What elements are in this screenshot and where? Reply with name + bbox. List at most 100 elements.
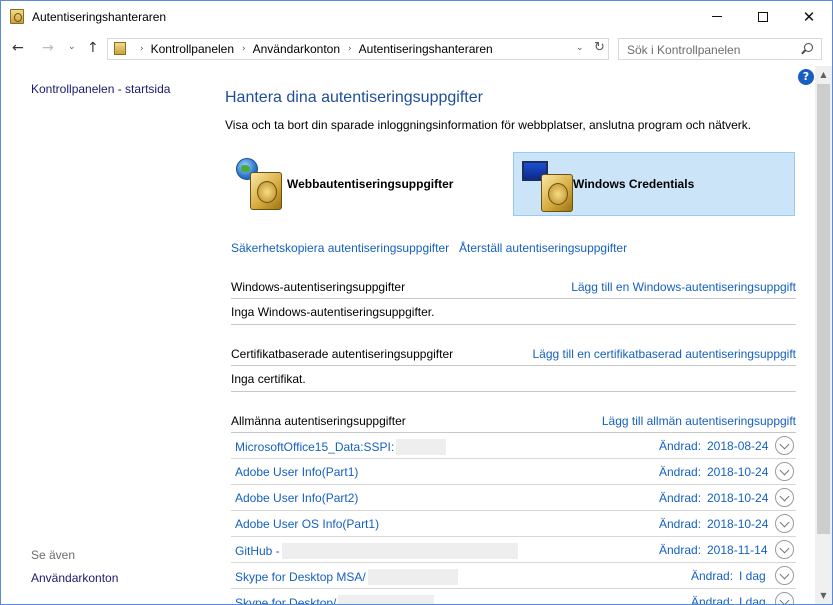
vault-icon: [541, 174, 573, 212]
control-panel-icon: [114, 42, 126, 55]
windows-credentials-tile[interactable]: Windows Credentials: [513, 152, 795, 216]
refresh-icon[interactable]: ↻: [594, 40, 605, 55]
windows-credentials-label: Windows Credentials: [573, 177, 695, 191]
restore-credentials-link[interactable]: Återställ autentiseringsuppgifter: [459, 241, 627, 255]
breadcrumb-chevron-icon[interactable]: ›: [140, 44, 144, 54]
breadcrumb-chevron-icon[interactable]: ›: [242, 44, 246, 54]
modified-date: I dag: [739, 569, 766, 583]
section-title: Allmänna autentiseringsuppgifter: [231, 414, 406, 428]
certificate-credentials-section: Certifikatbaserade autentiseringsuppgift…: [231, 347, 796, 395]
empty-message: Inga Windows-autentiseringsuppgifter.: [231, 305, 435, 319]
web-credentials-label: Webbautentiseringsuppgifter: [287, 177, 454, 191]
expand-chevron-icon[interactable]: [775, 514, 794, 533]
address-bar[interactable]: › Kontrollpanelen › Användarkonton › Aut…: [107, 38, 609, 60]
scroll-up-arrow-icon[interactable]: ▲: [815, 66, 832, 83]
credential-row[interactable]: Adobe User OS Info(Part1) Ändrad: 2018-1…: [231, 511, 796, 537]
credential-row[interactable]: MicrosoftOffice15_Data:SSPI: Ändrad: 201…: [231, 433, 796, 459]
vertical-scrollbar[interactable]: ▲ ▼: [815, 66, 832, 604]
redacted-region: [367, 569, 458, 585]
credential-row[interactable]: Skype for Desktop/ Ändrad: I dag: [231, 589, 796, 605]
breadcrumb: › Kontrollpanelen › Användarkonton › Aut…: [132, 42, 493, 56]
section-title: Windows-autentiseringsuppgifter: [231, 280, 406, 294]
credential-name[interactable]: Adobe User Info(Part1): [235, 465, 358, 479]
expand-chevron-icon[interactable]: [775, 462, 794, 481]
help-icon[interactable]: ?: [798, 69, 814, 85]
modified-date: 2018-11-14: [707, 543, 768, 557]
divider: [231, 324, 796, 325]
divider: [231, 391, 796, 392]
modified-date: 2018-10-24: [707, 465, 769, 479]
search-placeholder: Sök i Kontrollpanelen: [627, 43, 741, 57]
divider: [231, 365, 796, 366]
windows-credentials-section: Windows-autentiseringsuppgifter Lägg til…: [231, 280, 796, 328]
breadcrumb-item-autentiseringshanteraren[interactable]: Autentiseringshanteraren: [359, 42, 493, 56]
expand-chevron-icon[interactable]: [775, 540, 794, 559]
modified-label: Ändrad:: [691, 595, 734, 605]
address-dropdown-icon[interactable]: ⌄: [576, 43, 584, 53]
web-credentials-tile[interactable]: Webbautentiseringsuppgifter: [231, 152, 513, 216]
window-title: Autentiseringshanteraren: [32, 10, 167, 24]
modified-date: I dag: [739, 595, 766, 605]
forward-arrow-icon[interactable]: →: [42, 40, 54, 56]
control-panel-home-link[interactable]: Kontrollpanelen - startsida: [31, 82, 170, 96]
empty-message: Inga certifikat.: [231, 372, 306, 386]
close-button[interactable]: ✕: [786, 1, 832, 32]
generic-credentials-section: Allmänna autentiseringsuppgifter Lägg ti…: [231, 414, 796, 605]
modified-label: Ändrad:: [691, 569, 734, 583]
backup-credentials-link[interactable]: Säkerhetskopiera autentiseringsuppgifter: [231, 241, 449, 255]
expand-chevron-icon[interactable]: [775, 488, 794, 507]
title-bar: Autentiseringshanteraren ✕: [1, 1, 832, 32]
modified-label: Ändrad:: [659, 491, 702, 505]
scroll-down-arrow-icon[interactable]: ▼: [815, 587, 832, 604]
breadcrumb-chevron-icon[interactable]: ›: [348, 44, 352, 54]
modified-label: Ändrad:: [659, 517, 702, 531]
maximize-icon: [758, 11, 768, 22]
modified-label: Ändrad:: [659, 439, 702, 453]
credential-row[interactable]: Adobe User Info(Part2) Ändrad: 2018-10-2…: [231, 485, 796, 511]
add-windows-credential-link[interactable]: Lägg till en Windows-autentiseringsuppgi…: [571, 280, 796, 294]
add-generic-credential-link[interactable]: Lägg till allmän autentiseringsuppgift: [602, 414, 796, 428]
credential-row[interactable]: Adobe User Info(Part1) Ändrad: 2018-10-2…: [231, 459, 796, 485]
credential-row[interactable]: GitHub - Ändrad: 2018-11-14: [231, 537, 796, 563]
user-accounts-link[interactable]: Användarkonton: [31, 571, 118, 585]
credential-name[interactable]: Adobe User Info(Part2): [235, 491, 358, 505]
breadcrumb-item-anvandarkonton[interactable]: Användarkonton: [253, 42, 340, 56]
up-arrow-icon[interactable]: ↑: [87, 40, 99, 56]
credential-row[interactable]: Skype for Desktop MSA/ Ändrad: I dag: [231, 563, 796, 589]
page-title: Hantera dina autentiseringsuppgifter: [225, 89, 483, 106]
vault-icon: [250, 172, 282, 210]
minimize-button[interactable]: [694, 1, 740, 32]
window: Autentiseringshanteraren ✕ ← → ⌄ ↑ › Kon…: [0, 0, 833, 605]
minimize-icon: [712, 16, 722, 17]
redacted-region: [338, 595, 435, 604]
modified-label: Ändrad:: [659, 465, 702, 479]
expand-chevron-icon[interactable]: [775, 436, 794, 455]
credential-name[interactable]: Adobe User OS Info(Part1): [235, 517, 379, 531]
modified-date: 2018-08-24: [707, 439, 769, 453]
page-description: Visa och ta bort din sparade inloggnings…: [225, 118, 752, 132]
see-also-heading: Se även: [31, 548, 76, 562]
maximize-button[interactable]: [740, 1, 786, 32]
search-input[interactable]: Sök i Kontrollpanelen: [618, 38, 822, 60]
scrollbar-thumb[interactable]: [817, 84, 830, 534]
credential-name[interactable]: MicrosoftOffice15_Data:SSPI:: [235, 439, 447, 455]
add-certificate-credential-link[interactable]: Lägg till en certifikatbaserad autentise…: [533, 347, 797, 361]
section-title: Certifikatbaserade autentiseringsuppgift…: [231, 347, 454, 361]
redacted-region: [281, 543, 518, 559]
redacted-region: [396, 439, 447, 455]
recent-locations-chevron-icon[interactable]: ⌄: [68, 42, 76, 52]
navigation-bar: ← → ⌄ ↑ › Kontrollpanelen › Användarkont…: [1, 32, 832, 66]
credential-name[interactable]: Skype for Desktop/: [235, 595, 435, 604]
search-icon[interactable]: [804, 43, 813, 52]
back-arrow-icon[interactable]: ←: [12, 40, 24, 56]
credential-manager-icon: [10, 9, 24, 24]
expand-chevron-icon[interactable]: [775, 592, 794, 604]
divider: [231, 298, 796, 299]
modified-date: 2018-10-24: [707, 491, 769, 505]
modified-date: 2018-10-24: [707, 517, 769, 531]
credential-name[interactable]: GitHub -: [235, 543, 518, 559]
credential-name[interactable]: Skype for Desktop MSA/: [235, 569, 458, 585]
breadcrumb-item-kontrollpanelen[interactable]: Kontrollpanelen: [151, 42, 234, 56]
modified-label: Ändrad:: [659, 543, 702, 557]
expand-chevron-icon[interactable]: [775, 566, 794, 585]
